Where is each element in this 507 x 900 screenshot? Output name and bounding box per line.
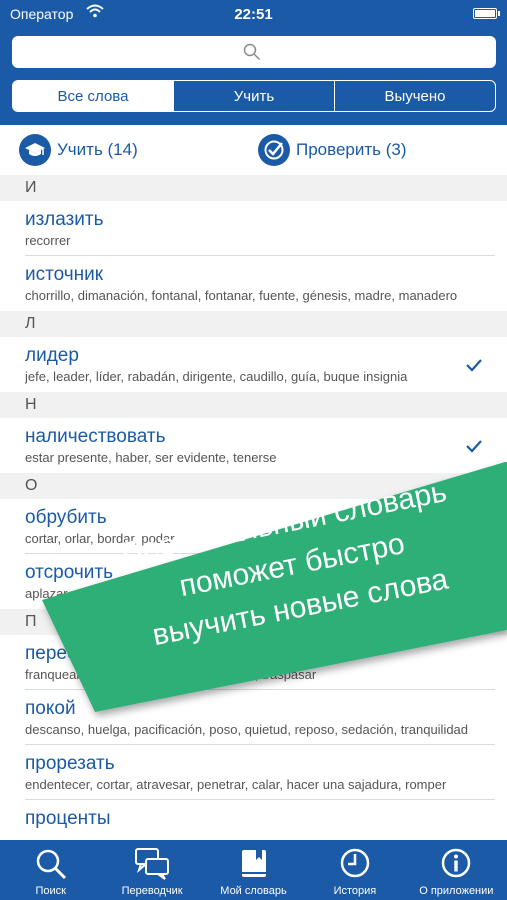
tab-translator[interactable]: Переводчик bbox=[101, 840, 202, 900]
book-icon bbox=[241, 850, 266, 877]
tab-search[interactable]: Поиск bbox=[0, 840, 101, 900]
translation: estar presente, haber, ser evidente, ten… bbox=[25, 450, 277, 465]
list-item[interactable]: проценты bbox=[0, 800, 507, 840]
word: наличествовать bbox=[25, 426, 166, 447]
clock: 22:51 bbox=[234, 6, 273, 23]
segment-learn[interactable]: Учить bbox=[173, 81, 334, 111]
checkmark-icon bbox=[466, 359, 482, 372]
section-header: Н bbox=[0, 392, 507, 418]
section-header: О bbox=[0, 473, 507, 499]
translation: aplazar bbox=[25, 586, 68, 601]
word: прорезать bbox=[25, 753, 115, 774]
list-item[interactable]: покой descanso, huelga, pacificación, po… bbox=[0, 690, 507, 745]
list-item[interactable]: лидер jefe, leader, líder, rabadán, diri… bbox=[0, 337, 507, 392]
list-item[interactable]: источник chorrillo, dimanación, fontanal… bbox=[0, 256, 507, 311]
checkmark-icon bbox=[466, 440, 482, 453]
translation: chorrillo, dimanación, fontanal, fontana… bbox=[25, 288, 458, 303]
learn-button[interactable]: Учить (14) bbox=[19, 134, 138, 166]
segment-learned[interactable]: Выучено bbox=[334, 81, 495, 111]
section-header: П bbox=[0, 609, 507, 635]
word: излазить bbox=[25, 209, 104, 230]
tab-label: Переводчик bbox=[121, 885, 183, 897]
tab-bar: Поиск Переводчик Мой словарь История О п… bbox=[0, 840, 507, 900]
word: проценты bbox=[25, 808, 111, 829]
header-bar: Оператор 22:51 Все слова Учить Выучено bbox=[0, 0, 507, 125]
graduation-cap-icon bbox=[19, 134, 51, 166]
word: лидер bbox=[25, 345, 79, 366]
check-button[interactable]: Проверить (3) bbox=[258, 134, 407, 166]
word: обрубить bbox=[25, 507, 107, 528]
list-item[interactable]: наличествовать estar presente, haber, se… bbox=[0, 418, 507, 473]
section-header: Л bbox=[0, 311, 507, 337]
magnifier-icon bbox=[36, 849, 66, 880]
check-circle-icon bbox=[258, 134, 290, 166]
info-icon bbox=[442, 848, 471, 878]
filter-segmented-control: Все слова Учить Выучено bbox=[12, 80, 496, 112]
translation: recorrer bbox=[25, 233, 71, 248]
translation: descanso, huelga, pacificación, poso, qu… bbox=[25, 722, 469, 737]
word: покой bbox=[25, 698, 76, 719]
tab-label: Мой словарь bbox=[220, 885, 287, 897]
word: переступить bbox=[25, 643, 135, 664]
search-icon bbox=[243, 43, 261, 61]
tab-my-dictionary[interactable]: Мой словарь bbox=[203, 840, 304, 900]
tab-history[interactable]: История bbox=[304, 840, 405, 900]
search-input[interactable] bbox=[12, 36, 496, 68]
tab-label: История bbox=[333, 885, 377, 897]
translation: cortar, orlar, bordar, podar bbox=[25, 531, 175, 546]
segment-all-words[interactable]: Все слова bbox=[13, 81, 173, 111]
chat-bubbles-icon bbox=[135, 848, 170, 880]
learn-label: Учить (14) bbox=[57, 140, 138, 159]
actions-bar: Учить (14) Проверить (3) bbox=[0, 125, 507, 175]
word: источник bbox=[25, 264, 104, 285]
list-item[interactable]: переступить franquear, traspasar, atrave… bbox=[0, 635, 507, 690]
check-label: Проверить (3) bbox=[296, 140, 407, 159]
word-list: И излазить recorrer источник chorrillo, … bbox=[0, 175, 507, 840]
clock-icon bbox=[340, 848, 370, 878]
word: отсрочить bbox=[25, 562, 113, 583]
battery-icon bbox=[473, 8, 500, 19]
tab-label: О приложении bbox=[419, 885, 494, 897]
list-item[interactable]: прорезать endentecer, cortar, atravesar,… bbox=[0, 745, 507, 800]
translation: endentecer, cortar, atravesar, penetrar,… bbox=[25, 777, 447, 792]
section-header: И bbox=[0, 175, 507, 201]
list-item[interactable]: излазить recorrer bbox=[0, 201, 507, 256]
translation: franquear, traspasar, atravesar, pasarse… bbox=[25, 667, 317, 682]
translation: jefe, leader, líder, rabadán, dirigente,… bbox=[25, 369, 408, 384]
tab-about[interactable]: О приложении bbox=[406, 840, 507, 900]
list-item[interactable]: отсрочить aplazar bbox=[0, 554, 507, 609]
tab-label: Поиск bbox=[35, 885, 66, 897]
status-bar: Оператор 22:51 bbox=[0, 0, 507, 28]
list-item[interactable]: обрубить cortar, orlar, bordar, podar bbox=[0, 499, 507, 554]
